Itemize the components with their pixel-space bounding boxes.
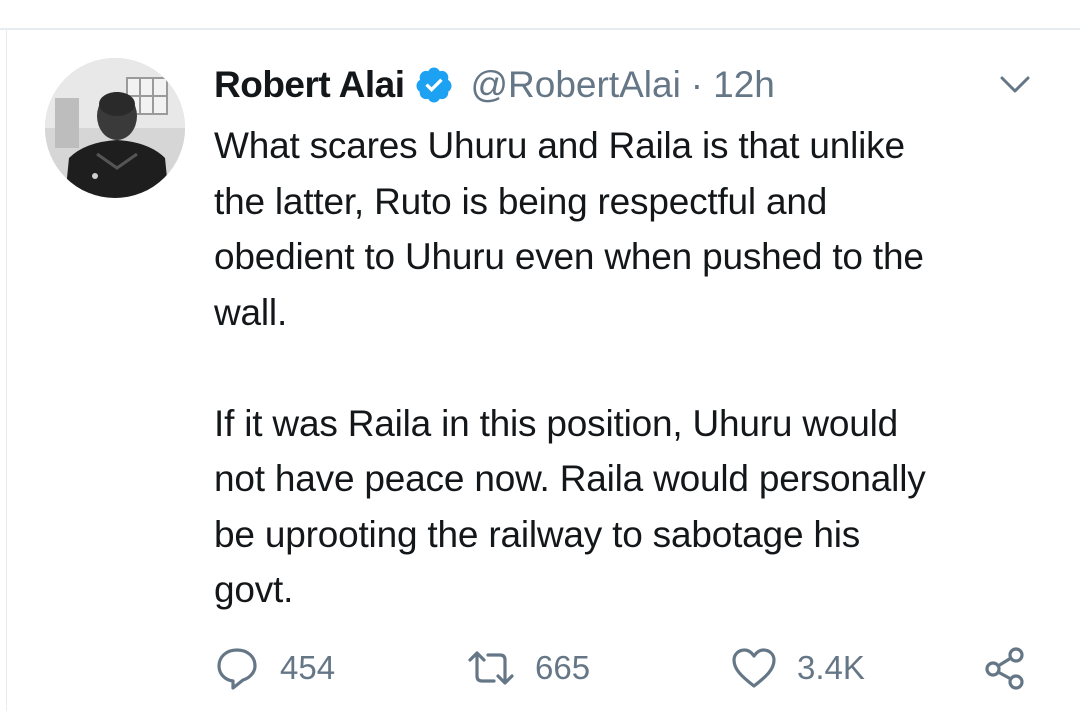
tweet-header: Robert Alai @RobertAlai · 12h [214,60,775,110]
reply-count: 454 [280,649,336,686]
tweet-timestamp[interactable]: 12h [713,64,775,106]
tweet-text: What scares Uhuru and Raila is that unli… [214,125,926,610]
reply-button[interactable]: 454 [214,640,335,696]
retweet-button[interactable]: 665 [467,640,590,696]
tweet-actions: 454 665 3.4K [214,640,1040,696]
heart-icon [731,647,777,689]
reply-icon [214,645,260,691]
retweet-icon [467,648,515,688]
share-button[interactable] [982,640,1028,696]
share-icon [982,645,1028,691]
like-count: 3.4K [797,649,865,686]
avatar[interactable] [45,58,185,198]
chevron-down-icon[interactable] [998,72,1032,98]
verified-badge-icon [414,65,454,105]
author-handle[interactable]: @RobertAlai [470,64,680,106]
tweet-top-border [0,28,1080,30]
avatar-photo [45,58,185,198]
like-button[interactable]: 3.4K [731,640,865,696]
retweet-count: 665 [535,649,591,686]
author-name[interactable]: Robert Alai [214,64,405,106]
separator-dot: · [690,64,704,105]
tweet-left-border [6,28,7,711]
